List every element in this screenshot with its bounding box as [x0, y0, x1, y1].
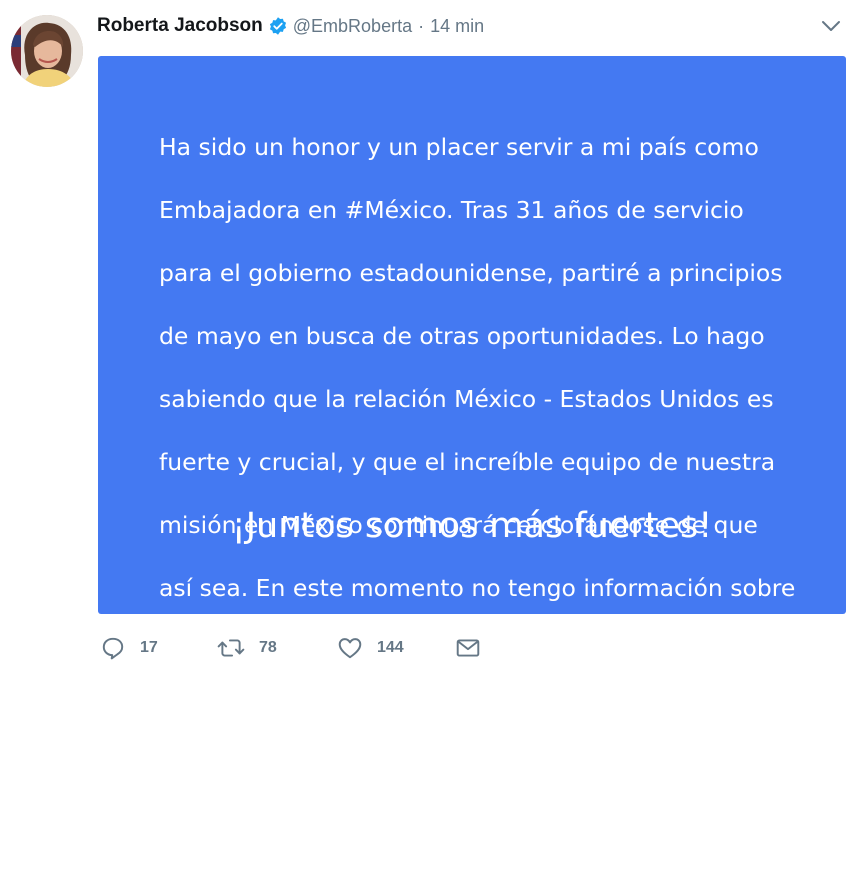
card-text-line: de mayo en busca de otras oportunidades.…	[159, 321, 765, 350]
chevron-down-icon[interactable]	[820, 18, 842, 34]
like-count: 144	[377, 639, 404, 656]
reply-button[interactable]: 17	[100, 633, 158, 663]
card-text-line: Embajadora en #México. Tras 31 años de s…	[159, 195, 744, 224]
card-text-line: Ha sido un honor y un placer servir a mi…	[159, 132, 759, 161]
card-slogan: ¡Juntos somos más fuertes!	[231, 506, 713, 546]
card-body-text: Ha sido un honor y un placer servir a mi…	[159, 100, 819, 888]
tweet-header: Roberta Jacobson @EmbRoberta · 14 min	[97, 14, 484, 38]
separator-dot: ·	[418, 15, 425, 36]
card-text-line: fuerte y crucial, y que el increíble equ…	[159, 447, 776, 476]
retweet-count: 78	[259, 639, 277, 656]
card-text-line: así sea. En este momento no tengo inform…	[159, 573, 796, 602]
author-name[interactable]: Roberta Jacobson	[97, 15, 263, 37]
like-button[interactable]: 144	[337, 633, 404, 663]
reply-count: 17	[140, 639, 158, 656]
retweet-icon	[217, 635, 245, 661]
card-text-line: y en mi corazón, y continuaré haciendo t…	[159, 699, 765, 728]
heart-icon	[337, 635, 363, 661]
avatar-photo	[11, 15, 83, 87]
card-text-line: altura de mis palabras:	[159, 825, 431, 854]
retweet-button[interactable]: 78	[217, 633, 277, 663]
envelope-icon	[455, 635, 481, 661]
author-handle[interactable]: @EmbRoberta	[293, 16, 412, 37]
card-text-line: para el gobierno estadounidense, partiré…	[159, 258, 783, 287]
card-text-line: esté al alcance de mi mano para mantener…	[159, 762, 754, 791]
tweet: Roberta Jacobson @EmbRoberta · 14 min Ha…	[0, 0, 865, 854]
verified-badge-icon	[268, 16, 288, 36]
tweet-image-card[interactable]: Ha sido un honor y un placer servir a mi…	[98, 56, 846, 854]
timestamp[interactable]: 14 min	[430, 16, 484, 37]
reply-icon	[100, 635, 126, 661]
tweet-actions: 17 78 144	[100, 633, 500, 663]
avatar[interactable]	[11, 15, 83, 87]
direct-message-button[interactable]	[455, 633, 481, 663]
card-text-line: sabiendo que la relación México - Estado…	[159, 384, 774, 413]
